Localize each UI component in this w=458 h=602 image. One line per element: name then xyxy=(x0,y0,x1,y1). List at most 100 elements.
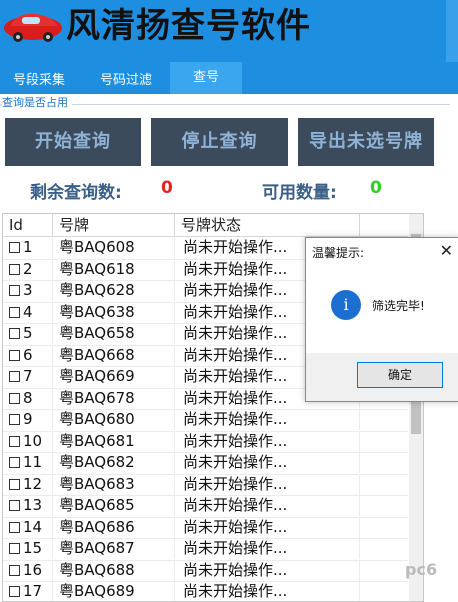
table-row[interactable]: 14 粤BAQ686 尚未开始操作... xyxy=(3,516,408,539)
row-plate: 粤BAQ689 xyxy=(53,581,175,601)
info-icon: i xyxy=(331,290,361,320)
row-id: 4 xyxy=(23,302,33,321)
row-id: 13 xyxy=(23,496,43,514)
row-plate: 粤BAQ608 xyxy=(53,237,175,258)
row-id-cell: 14 xyxy=(3,516,53,538)
table-row[interactable]: 15 粤BAQ687 尚未开始操作... xyxy=(3,538,408,561)
row-id: 17 xyxy=(23,582,43,600)
dialog-title: 温馨提示: xyxy=(312,246,365,260)
row-id-cell: 16 xyxy=(3,559,53,581)
row-plate: 粤BAQ682 xyxy=(53,452,175,473)
close-icon[interactable]: ✕ xyxy=(440,241,453,260)
dialog-body: i 筛选完毕! xyxy=(306,268,458,353)
row-id: 8 xyxy=(23,388,33,407)
row-checkbox[interactable] xyxy=(9,414,20,425)
table-row[interactable]: 9 粤BAQ680 尚未开始操作... xyxy=(3,409,408,432)
row-id-cell: 11 xyxy=(3,452,53,473)
stop-query-button[interactable]: 停止查询 xyxy=(151,118,288,166)
row-checkbox[interactable] xyxy=(9,435,20,447)
row-id: 2 xyxy=(23,259,33,278)
table-row[interactable]: 12 粤BAQ683 尚未开始操作... xyxy=(3,473,408,496)
row-plate: 粤BAQ658 xyxy=(53,323,175,344)
row-checkbox[interactable] xyxy=(9,478,20,490)
row-checkbox[interactable] xyxy=(9,263,20,275)
row-id: 6 xyxy=(23,345,33,364)
start-query-button[interactable]: 开始查询 xyxy=(5,118,141,166)
row-id-cell: 3 xyxy=(3,280,53,301)
row-id-cell: 17 xyxy=(3,581,53,601)
row-checkbox[interactable] xyxy=(9,328,20,339)
row-plate: 粤BAQ688 xyxy=(53,559,175,581)
row-status: 尚未开始操作... xyxy=(175,581,360,601)
column-header-status[interactable]: 号牌状态 xyxy=(175,214,360,236)
row-status: 尚未开始操作... xyxy=(175,452,360,473)
row-status: 尚未开始操作... xyxy=(175,409,360,430)
row-id-cell: 1 xyxy=(3,237,53,258)
row-plate: 粤BAQ668 xyxy=(53,344,175,366)
row-id-cell: 7 xyxy=(3,366,53,387)
row-checkbox[interactable] xyxy=(9,392,20,404)
row-checkbox[interactable] xyxy=(9,349,20,361)
row-status: 尚未开始操作... xyxy=(175,538,360,559)
row-id: 10 xyxy=(23,431,43,450)
car-logo-icon xyxy=(4,13,62,42)
row-checkbox[interactable] xyxy=(9,500,20,511)
row-checkbox[interactable] xyxy=(9,371,20,382)
row-checkbox[interactable] xyxy=(9,564,20,576)
message-dialog: 温馨提示: ✕ i 筛选完毕! 确定 xyxy=(305,237,458,402)
row-plate: 粤BAQ678 xyxy=(53,387,175,409)
remaining-label: 剩余查询数: xyxy=(30,183,122,203)
row-id: 11 xyxy=(23,453,43,471)
row-plate: 粤BAQ687 xyxy=(53,538,175,559)
row-checkbox[interactable] xyxy=(9,242,20,253)
tab-segment-collect[interactable]: 号段采集 xyxy=(0,68,78,94)
tab-bar: 号段采集 号码过滤 查号 xyxy=(0,62,458,94)
column-header-plate[interactable]: 号牌 xyxy=(53,214,175,236)
table-row[interactable]: 10 粤BAQ681 尚未开始操作... xyxy=(3,430,408,453)
row-id: 1 xyxy=(23,238,33,256)
row-checkbox[interactable] xyxy=(9,285,20,296)
row-id-cell: 6 xyxy=(3,344,53,366)
available-label: 可用数量: xyxy=(262,183,337,203)
row-checkbox[interactable] xyxy=(9,521,20,533)
row-id: 5 xyxy=(23,324,33,342)
row-plate: 粤BAQ680 xyxy=(53,409,175,430)
row-id: 16 xyxy=(23,560,43,579)
row-checkbox[interactable] xyxy=(9,586,20,597)
row-id-cell: 10 xyxy=(3,430,53,452)
row-id-cell: 4 xyxy=(3,301,53,323)
row-status: 尚未开始操作... xyxy=(175,516,360,538)
row-checkbox[interactable] xyxy=(9,543,20,554)
table-row[interactable]: 13 粤BAQ685 尚未开始操作... xyxy=(3,495,408,518)
row-id: 7 xyxy=(23,367,33,385)
row-id-cell: 2 xyxy=(3,258,53,280)
row-id-cell: 5 xyxy=(3,323,53,344)
row-plate: 粤BAQ628 xyxy=(53,280,175,301)
tab-number-filter[interactable]: 号码过滤 xyxy=(86,68,166,94)
row-plate: 粤BAQ681 xyxy=(53,430,175,452)
table-row[interactable]: 17 粤BAQ689 尚未开始操作... xyxy=(3,581,408,601)
column-header-id[interactable]: Id xyxy=(3,214,53,236)
row-status: 尚未开始操作... xyxy=(175,473,360,495)
row-checkbox[interactable] xyxy=(9,457,20,468)
row-status: 尚未开始操作... xyxy=(175,559,360,581)
row-plate: 粤BAQ686 xyxy=(53,516,175,538)
row-plate: 粤BAQ618 xyxy=(53,258,175,280)
table-row[interactable]: 11 粤BAQ682 尚未开始操作... xyxy=(3,452,408,475)
tab-query[interactable]: 查号 xyxy=(170,62,242,94)
group-label: 查询是否占用 xyxy=(2,94,72,110)
row-id-cell: 15 xyxy=(3,538,53,559)
ok-button[interactable]: 确定 xyxy=(357,362,443,388)
available-value: 0 xyxy=(370,178,382,198)
row-plate: 粤BAQ685 xyxy=(53,495,175,516)
dialog-footer: 确定 xyxy=(306,353,458,401)
row-id: 15 xyxy=(23,539,43,557)
export-unselected-button[interactable]: 导出未选号牌 xyxy=(298,118,434,166)
table-row[interactable]: 16 粤BAQ688 尚未开始操作... xyxy=(3,559,408,582)
row-plate: 粤BAQ669 xyxy=(53,366,175,387)
remaining-value: 0 xyxy=(161,178,173,198)
row-id: 14 xyxy=(23,517,43,536)
row-checkbox[interactable] xyxy=(9,306,20,318)
row-plate: 粤BAQ638 xyxy=(53,301,175,323)
row-id-cell: 13 xyxy=(3,495,53,516)
